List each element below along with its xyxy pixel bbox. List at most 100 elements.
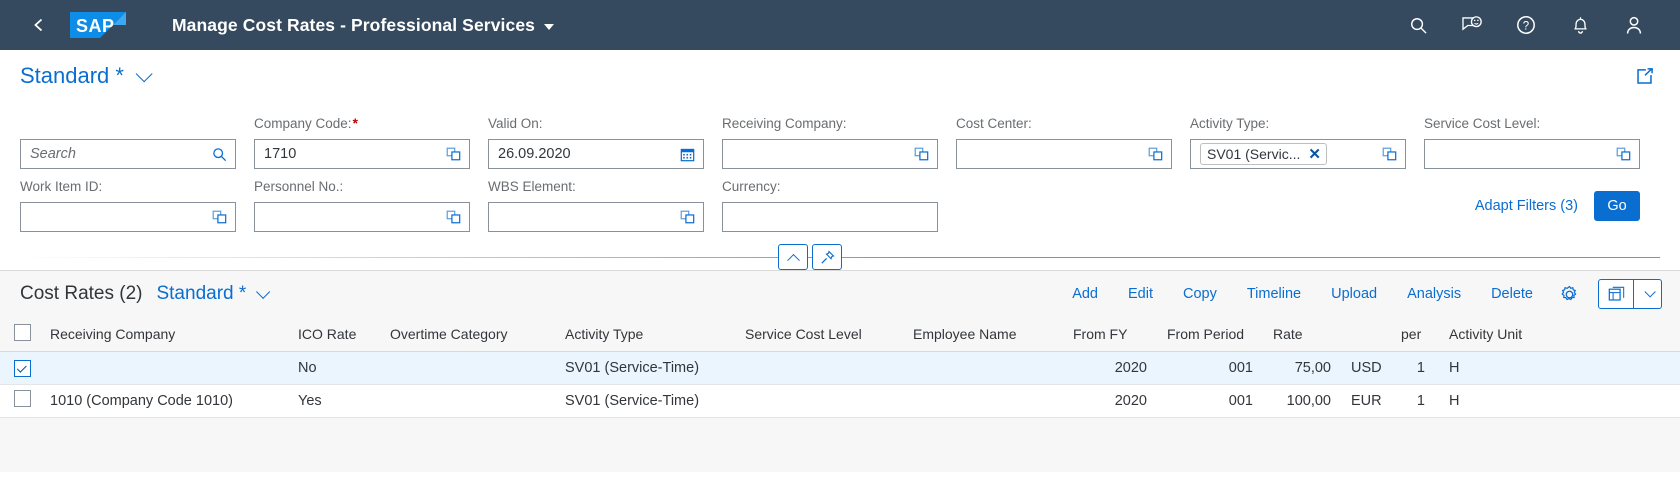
user-avatar-icon[interactable] [1616, 7, 1652, 43]
cell-from-fy: 2020 [1063, 384, 1157, 418]
value-help-icon[interactable] [911, 144, 931, 164]
table-view-button[interactable] [1598, 279, 1634, 309]
timeline-button[interactable]: Timeline [1232, 286, 1316, 302]
column-header-overtime-category[interactable]: Overtime Category [380, 317, 555, 352]
table-view-more-button[interactable] [1634, 279, 1662, 309]
cell-activity-unit: H [1435, 384, 1680, 418]
search-icon[interactable] [209, 144, 229, 164]
column-header-service-cost-level[interactable]: Service Cost Level [735, 317, 903, 352]
column-header-employee-name[interactable]: Employee Name [903, 317, 1063, 352]
cost-rates-table: Receiving Company ICO Rate Overtime Cate… [0, 317, 1680, 418]
filter-grid: Search Company Code:* 1710 Valid On: 26.… [20, 116, 1660, 242]
receiving-company-input[interactable] [722, 139, 938, 169]
value-help-icon[interactable] [1145, 144, 1165, 164]
user-glyph [1626, 16, 1642, 34]
calendar-icon[interactable] [677, 144, 697, 164]
table-settings-button[interactable] [1552, 278, 1586, 310]
delete-button[interactable]: Delete [1476, 286, 1548, 302]
feedback-glyph [1461, 15, 1482, 31]
share-button[interactable] [1628, 60, 1660, 92]
value-help-icon[interactable] [443, 207, 463, 227]
value-help-icon[interactable] [1379, 144, 1399, 164]
valid-on-input[interactable]: 26.09.2020 [488, 139, 704, 169]
value-help-glyph [212, 210, 226, 223]
cost-center-input[interactable] [956, 139, 1172, 169]
go-button[interactable]: Go [1594, 190, 1640, 221]
help-icon[interactable]: ? [1508, 7, 1544, 43]
table-view-switcher [1598, 279, 1662, 309]
value-help-icon[interactable] [1613, 144, 1633, 164]
company-code-input[interactable]: 1710 [254, 139, 470, 169]
cell-receiving-company[interactable]: 1010 (Company Code 1010) [40, 384, 288, 418]
cell-service-cost-level [735, 351, 903, 385]
upload-button[interactable]: Upload [1316, 286, 1392, 302]
company-code-value: 1710 [264, 146, 297, 162]
add-button[interactable]: Add [1057, 286, 1113, 302]
column-header-ico-rate[interactable]: ICO Rate [288, 317, 380, 352]
cell-activity-type[interactable]: SV01 (Service-Time) [555, 351, 735, 385]
filter-spacer [956, 179, 1172, 242]
cell-activity-type[interactable]: SV01 (Service-Time) [555, 384, 735, 418]
collapse-filter-bar-button[interactable] [778, 244, 808, 270]
filter-label-currency: Currency: [722, 179, 781, 194]
value-help-icon[interactable] [677, 207, 697, 227]
service-cost-level-input[interactable] [1424, 139, 1640, 169]
shell-title[interactable]: Manage Cost Rates - Professional Service… [172, 15, 554, 36]
search-placeholder: Search [30, 146, 76, 162]
column-header-from-period[interactable]: From Period [1157, 317, 1263, 352]
page-body: Standard * Search Company Code:* 1710 Va… [0, 50, 1680, 472]
navigate-back-icon[interactable] [22, 8, 56, 42]
value-help-icon[interactable] [443, 144, 463, 164]
search-icon[interactable] [1400, 7, 1436, 43]
variant-selector[interactable]: Standard * [20, 63, 153, 89]
wbs-element-input[interactable] [488, 202, 704, 232]
table-variant-selector[interactable]: Standard * [156, 283, 271, 305]
table-row[interactable]: 1010 (Company Code 1010) Yes SV01 (Servi… [0, 384, 1680, 418]
help-glyph: ? [1517, 16, 1535, 34]
activity-type-input[interactable]: SV01 (Servic... ✕ [1190, 139, 1406, 169]
copy-button[interactable]: Copy [1168, 286, 1232, 302]
filter-bar-actions: Adapt Filters (3) Go [1424, 179, 1640, 242]
search-input[interactable]: Search [20, 139, 236, 169]
table-variant-label: Standard * [156, 283, 247, 304]
analysis-button[interactable]: Analysis [1392, 286, 1476, 302]
value-help-glyph [1382, 147, 1396, 160]
table-row[interactable]: No SV01 (Service-Time) 2020 001 75,00 US… [0, 351, 1680, 385]
cell-service-cost-level [735, 384, 903, 418]
column-header-per[interactable]: per [1391, 317, 1435, 352]
edit-button[interactable]: Edit [1113, 286, 1168, 302]
value-help-glyph [446, 147, 460, 160]
work-item-id-input[interactable] [20, 202, 236, 232]
row-checkbox[interactable] [14, 359, 31, 377]
personnel-no-input[interactable] [254, 202, 470, 232]
cell-activity-unit: H [1435, 351, 1680, 385]
adapt-filters-link[interactable]: Adapt Filters (3) [1475, 198, 1578, 214]
cell-ico-rate: No [288, 351, 380, 385]
close-icon[interactable]: ✕ [1308, 147, 1321, 162]
column-header-activity-type[interactable]: Activity Type [555, 317, 735, 352]
cost-rates-table-section: Cost Rates (2) Standard * Add Edit Copy … [0, 270, 1680, 472]
notifications-icon[interactable] [1562, 7, 1598, 43]
cell-from-fy: 2020 [1063, 351, 1157, 385]
table-header-row: Receiving Company ICO Rate Overtime Cate… [0, 317, 1680, 352]
activity-type-token[interactable]: SV01 (Servic... ✕ [1200, 143, 1327, 165]
select-all-checkbox[interactable] [14, 323, 31, 341]
check-icon [16, 362, 27, 373]
filter-cell-search: Search [20, 116, 236, 179]
filter-cell-service-cost-level: Service Cost Level: [1424, 116, 1640, 179]
column-header-activity-unit[interactable]: Activity Unit [1435, 317, 1680, 352]
column-header-receiving-company[interactable]: Receiving Company [40, 317, 288, 352]
pin-filter-bar-button[interactable] [812, 244, 842, 270]
column-header-from-fy[interactable]: From FY [1063, 317, 1157, 352]
select-all-header [0, 317, 40, 352]
filter-label-search [20, 116, 236, 134]
column-header-rate[interactable]: Rate [1263, 317, 1341, 352]
filter-label-wbs-element: WBS Element: [488, 179, 576, 194]
value-help-glyph [1148, 147, 1162, 160]
row-checkbox[interactable] [14, 390, 31, 407]
currency-input[interactable] [722, 202, 938, 232]
value-help-icon[interactable] [209, 207, 229, 227]
cell-overtime-category [380, 351, 555, 385]
feedback-icon[interactable] [1454, 7, 1490, 43]
table-title: Cost Rates (2) [20, 283, 143, 304]
